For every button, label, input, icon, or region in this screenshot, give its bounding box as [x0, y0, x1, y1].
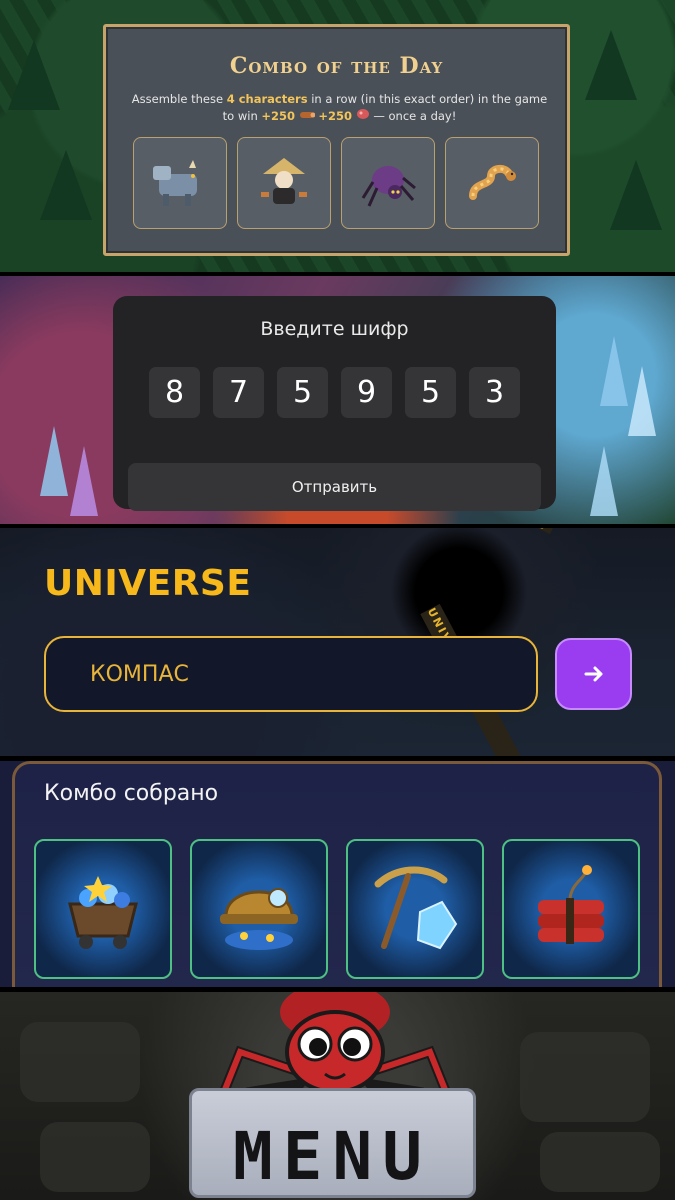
crystal-decoration [600, 336, 628, 406]
universe-panel: UNIVERSE UNIVERSE UNIVERSE КОМПАС [0, 528, 675, 756]
tape-decoration: UNIVERSE [530, 528, 644, 535]
crystal-decoration [628, 366, 656, 436]
combo-card-item[interactable] [34, 839, 172, 979]
combo-title: Combo of the Day [229, 53, 444, 79]
cipher-title: Введите шифр [260, 318, 409, 340]
character-slot [133, 137, 227, 229]
armored-beast-icon [153, 160, 197, 206]
crystal-decoration [590, 446, 618, 516]
tape-text: UNIVERSE [534, 528, 582, 532]
digit-box[interactable]: 7 [213, 367, 264, 418]
menu-button[interactable]: MENU [189, 1088, 476, 1198]
combo-card-item[interactable] [502, 839, 640, 979]
digit-box[interactable]: 9 [341, 367, 392, 418]
digit-box[interactable]: 5 [405, 367, 456, 418]
combo-of-the-day-panel: Combo of the Day Assemble these 4 charac… [0, 0, 675, 272]
tree-decoration [610, 160, 662, 230]
desc-text: Assemble these [131, 92, 227, 106]
cipher-digits: 8 7 5 9 5 3 [149, 367, 520, 418]
log-icon [299, 112, 316, 118]
submit-arrow-button[interactable] [555, 638, 632, 710]
combo-cards [34, 839, 640, 979]
tree-decoration [585, 30, 637, 100]
purple-spider-icon [361, 166, 416, 207]
straw-hat-ninja-icon [261, 158, 307, 204]
character-slot [341, 137, 435, 229]
character-slot [445, 137, 539, 229]
combo-collected-panel: Комбо собрано [0, 761, 675, 987]
cipher-panel: Введите шифр 8 7 5 9 5 3 Отправить [0, 276, 675, 524]
miner-helmet-icon [220, 888, 298, 950]
mine-cart-icon [68, 876, 138, 949]
combo-card-item[interactable] [346, 839, 484, 979]
snake-icon [469, 165, 516, 200]
reward-amount: +250 [318, 109, 353, 123]
submit-button[interactable]: Отправить [128, 463, 541, 511]
pickaxe-crystal-icon [374, 866, 458, 950]
stone-decoration [540, 1132, 660, 1192]
crystal-decoration [70, 446, 98, 516]
digit-box[interactable]: 5 [277, 367, 328, 418]
meat-icon [356, 109, 369, 119]
combo-collected-title: Комбо собрано [44, 781, 219, 806]
stone-decoration [40, 1122, 150, 1192]
stone-decoration [520, 1032, 650, 1122]
combo-card: Combo of the Day Assemble these 4 charac… [103, 24, 570, 256]
menu-label: MENU [233, 1117, 432, 1195]
character-slot [237, 137, 331, 229]
digit-box[interactable]: 8 [149, 367, 200, 418]
crystal-decoration [40, 426, 68, 496]
tree-decoration [40, 150, 92, 220]
stone-decoration [20, 1022, 140, 1102]
universe-answer-input[interactable]: КОМПАС [44, 636, 538, 712]
dynamite-icon [538, 865, 604, 944]
tree-decoration [8, 40, 60, 110]
digit-box[interactable]: 3 [469, 367, 520, 418]
desc-text: — once a day! [369, 109, 457, 123]
universe-title: UNIVERSE [44, 563, 252, 604]
combo-card-item[interactable] [190, 839, 328, 979]
cipher-dialog: Введите шифр 8 7 5 9 5 3 Отправить [113, 296, 556, 511]
reward-amount: +250 [261, 109, 296, 123]
desc-highlight: 4 characters [226, 92, 308, 106]
combo-slots [133, 137, 539, 229]
combo-description: Assemble these 4 characters in a row (in… [126, 91, 553, 125]
arrow-right-icon [584, 666, 602, 682]
menu-panel: MENU [0, 992, 675, 1200]
